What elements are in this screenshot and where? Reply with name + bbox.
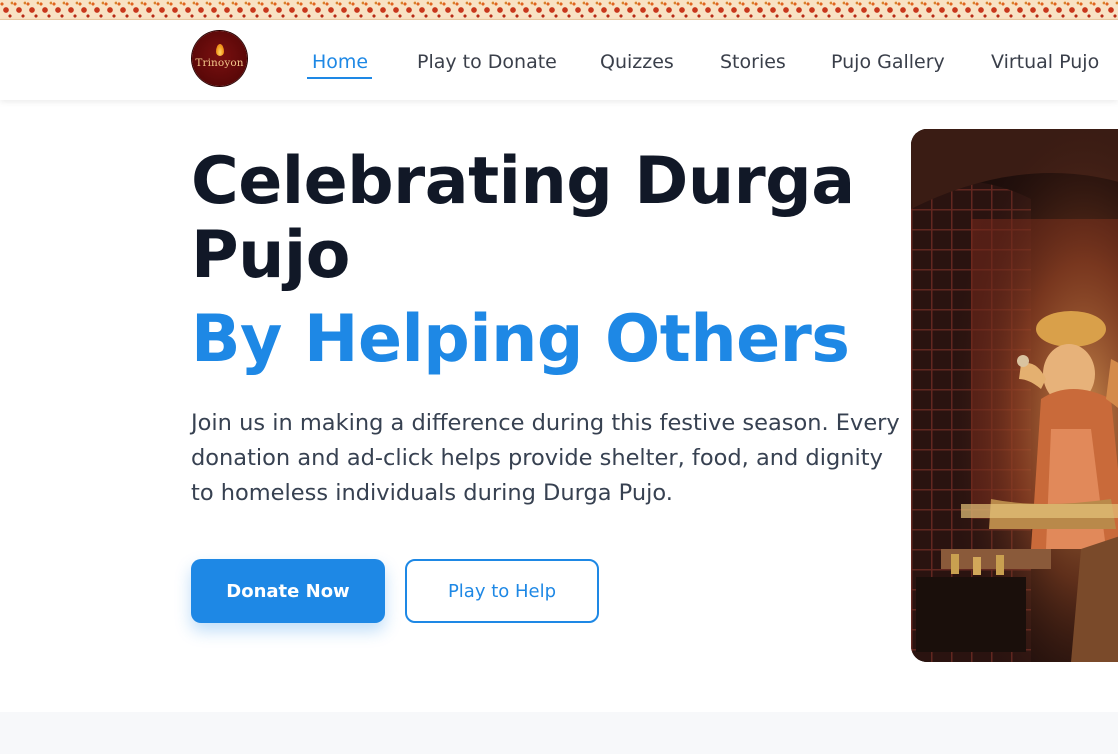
- play-to-help-button[interactable]: Play to Help: [405, 559, 599, 623]
- donate-now-button[interactable]: Donate Now: [191, 559, 385, 623]
- nav-stories[interactable]: Stories: [720, 50, 786, 74]
- durga-idol-illustration: [911, 129, 1118, 662]
- nav-pujo-gallery[interactable]: Pujo Gallery: [831, 50, 945, 74]
- next-section-band: [0, 712, 1118, 754]
- hero-description: Join us in making a difference during th…: [191, 410, 900, 506]
- top-navbar: Trinoyon Home Play to Donate Quizzes Sto…: [0, 20, 1118, 100]
- hero-title-accent: By Helping Others: [191, 302, 850, 377]
- active-nav-underline: [307, 77, 372, 79]
- hero-title: Celebrating Durga Pujo: [191, 144, 855, 293]
- decorative-pattern-border: [0, 0, 1118, 20]
- main-nav: Home Play to Donate Quizzes Stories Pujo…: [0, 20, 1118, 100]
- nav-quizzes[interactable]: Quizzes: [600, 50, 674, 74]
- durga-idol-image: [911, 129, 1118, 662]
- nav-virtual-pujo[interactable]: Virtual Pujo: [991, 50, 1099, 74]
- nav-home[interactable]: Home: [312, 50, 368, 74]
- nav-play-to-donate[interactable]: Play to Donate: [417, 50, 557, 74]
